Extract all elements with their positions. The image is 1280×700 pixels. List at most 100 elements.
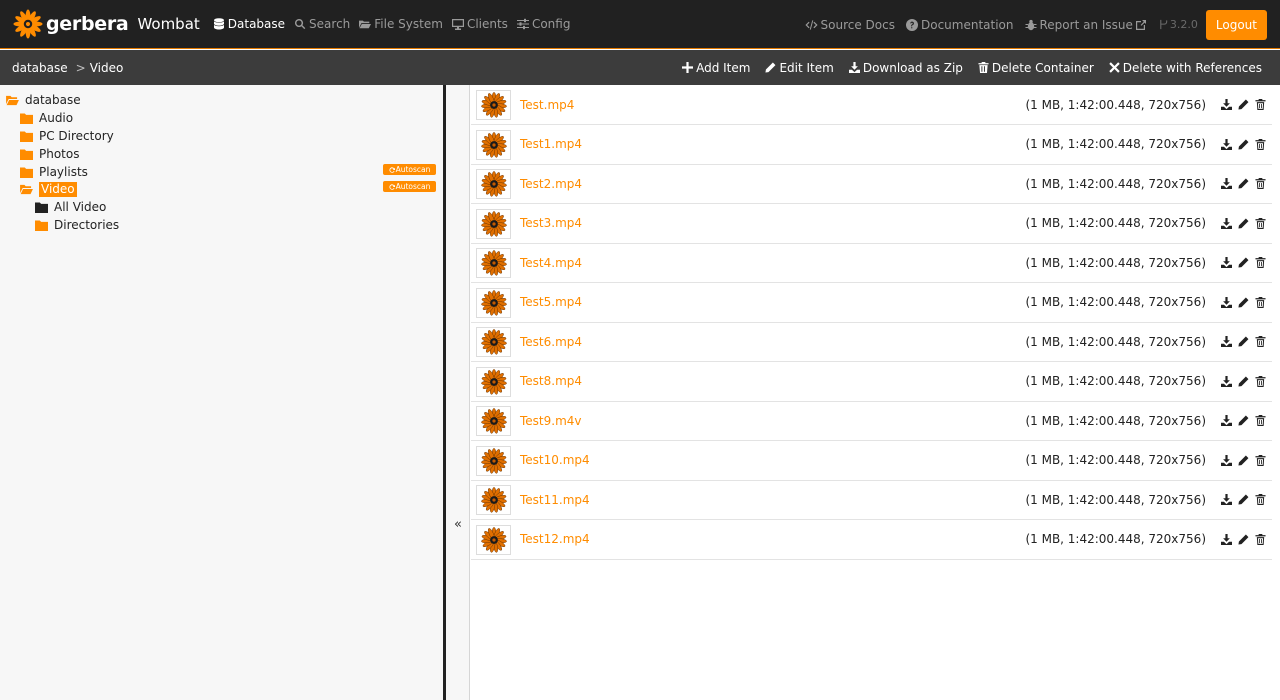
download-button[interactable]: [1220, 138, 1232, 150]
edit-button[interactable]: [1237, 375, 1249, 387]
download-button[interactable]: [1220, 178, 1232, 190]
autoscan-badge-video[interactable]: Autoscan: [383, 181, 436, 192]
collapse-tree-button[interactable]: «: [446, 515, 470, 533]
delete-button[interactable]: [1254, 178, 1266, 190]
thumbnail[interactable]: [476, 524, 511, 555]
delete-button[interactable]: [1254, 533, 1266, 545]
edit-button[interactable]: [1237, 257, 1249, 269]
brand[interactable]: gerbera Wombat: [13, 9, 200, 39]
delete-button[interactable]: [1254, 296, 1266, 308]
download-button[interactable]: [1220, 296, 1232, 308]
thumbnail[interactable]: [476, 90, 511, 120]
thumbnail[interactable]: [476, 327, 511, 357]
thumbnail[interactable]: [476, 485, 511, 515]
list-item[interactable]: Test10.mp4 (1 MB, 1:42:00.448, 720x756): [471, 441, 1272, 481]
download-button[interactable]: [1220, 533, 1232, 545]
delete-container-button[interactable]: Delete Container: [978, 61, 1094, 75]
tree-item-all-video[interactable]: All Video: [35, 199, 106, 216]
list-item[interactable]: Test1.mp4 (1 MB, 1:42:00.448, 720x756): [471, 125, 1272, 165]
tree-item-playlists[interactable]: Playlists: [20, 164, 88, 181]
thumbnail[interactable]: [476, 287, 511, 318]
file-name-link[interactable]: Test9.m4v: [520, 414, 582, 428]
documentation-link[interactable]: Documentation: [905, 18, 1014, 32]
edit-button[interactable]: [1237, 336, 1249, 348]
list-item[interactable]: Test12.mp4 (1 MB, 1:42:00.448, 720x756): [471, 520, 1272, 560]
thumbnail[interactable]: [476, 169, 511, 199]
thumbnail[interactable]: [476, 248, 511, 278]
file-name-link[interactable]: Test3.mp4: [520, 216, 582, 230]
add-item-button[interactable]: Add Item: [682, 61, 750, 75]
edit-button[interactable]: [1237, 217, 1249, 229]
thumbnail[interactable]: [476, 208, 511, 239]
thumbnail[interactable]: [476, 445, 511, 476]
delete-button[interactable]: [1254, 336, 1266, 348]
delete-button[interactable]: [1254, 415, 1266, 427]
edit-button[interactable]: [1237, 494, 1249, 506]
delete-button[interactable]: [1254, 138, 1266, 150]
thumbnail[interactable]: [476, 366, 511, 397]
file-name-link[interactable]: Test8.mp4: [520, 374, 582, 388]
list-item[interactable]: Test6.mp4 (1 MB, 1:42:00.448, 720x756): [471, 322, 1272, 362]
file-name-link[interactable]: Test10.mp4: [520, 453, 590, 467]
autoscan-badge-playlists[interactable]: Autoscan: [383, 164, 436, 175]
tree-item-directories[interactable]: Directories: [35, 217, 119, 234]
delete-button[interactable]: [1254, 454, 1266, 466]
tree-item-pc-directory[interactable]: PC Directory: [20, 128, 114, 145]
list-item[interactable]: Test11.mp4 (1 MB, 1:42:00.448, 720x756): [471, 480, 1272, 520]
file-name-link[interactable]: Test11.mp4: [520, 493, 590, 507]
file-name-link[interactable]: Test6.mp4: [520, 335, 582, 349]
list-item[interactable]: Test2.mp4 (1 MB, 1:42:00.448, 720x756): [471, 164, 1272, 204]
delete-button[interactable]: [1254, 494, 1266, 506]
delete-button[interactable]: [1254, 217, 1266, 229]
file-name-link[interactable]: Test12.mp4: [520, 532, 590, 546]
list-item[interactable]: Test5.mp4 (1 MB, 1:42:00.448, 720x756): [471, 283, 1272, 323]
list-item[interactable]: Test4.mp4 (1 MB, 1:42:00.448, 720x756): [471, 243, 1272, 283]
delete-button[interactable]: [1254, 257, 1266, 269]
edit-button[interactable]: [1237, 138, 1249, 150]
download-button[interactable]: [1220, 217, 1232, 229]
thumbnail[interactable]: [476, 129, 511, 160]
nav-search[interactable]: Search: [294, 17, 350, 31]
breadcrumb-video[interactable]: Video: [90, 61, 124, 75]
logout-button[interactable]: Logout: [1205, 9, 1267, 40]
list-item[interactable]: Test8.mp4 (1 MB, 1:42:00.448, 720x756): [471, 362, 1272, 402]
edit-button[interactable]: [1237, 178, 1249, 190]
edit-button[interactable]: [1237, 296, 1249, 308]
download-zip-button[interactable]: Download as Zip: [848, 61, 963, 75]
download-button[interactable]: [1220, 257, 1232, 269]
thumbnail[interactable]: [476, 406, 511, 436]
report-issue-link[interactable]: Report an Issue: [1025, 18, 1147, 32]
delete-button[interactable]: [1254, 375, 1266, 387]
edit-button[interactable]: [1237, 454, 1249, 466]
edit-item-button[interactable]: Edit Item: [765, 61, 834, 75]
nav-clients[interactable]: Clients: [451, 17, 508, 31]
download-button[interactable]: [1220, 336, 1232, 348]
edit-button[interactable]: [1237, 533, 1249, 545]
nav-file-system[interactable]: File System: [359, 17, 443, 31]
download-button[interactable]: [1220, 99, 1232, 111]
list-item[interactable]: Test9.m4v (1 MB, 1:42:00.448, 720x756): [471, 401, 1272, 441]
download-button[interactable]: [1220, 415, 1232, 427]
delete-references-button[interactable]: Delete with References: [1109, 61, 1262, 75]
file-name-link[interactable]: Test2.mp4: [520, 177, 582, 191]
edit-button[interactable]: [1237, 415, 1249, 427]
source-docs-link[interactable]: Source Docs: [804, 18, 895, 32]
list-item[interactable]: Test3.mp4 (1 MB, 1:42:00.448, 720x756): [471, 204, 1272, 244]
tree-item-database[interactable]: database: [6, 92, 81, 109]
file-name-link[interactable]: Test4.mp4: [520, 256, 582, 270]
tree-item-photos[interactable]: Photos: [20, 146, 79, 163]
breadcrumb-database[interactable]: database: [12, 61, 68, 75]
tree-item-audio[interactable]: Audio: [20, 110, 73, 127]
file-name-link[interactable]: Test1.mp4: [520, 137, 582, 151]
list-item[interactable]: Test.mp4 (1 MB, 1:42:00.448, 720x756): [471, 85, 1272, 125]
download-button[interactable]: [1220, 454, 1232, 466]
download-button[interactable]: [1220, 375, 1232, 387]
file-name-link[interactable]: Test5.mp4: [520, 295, 582, 309]
delete-button[interactable]: [1254, 99, 1266, 111]
file-name-link[interactable]: Test.mp4: [520, 98, 574, 112]
download-button[interactable]: [1220, 494, 1232, 506]
nav-database[interactable]: Database: [213, 17, 285, 31]
nav-config[interactable]: Config: [516, 17, 570, 31]
edit-button[interactable]: [1237, 99, 1249, 111]
tree-item-video[interactable]: Video: [20, 181, 77, 198]
